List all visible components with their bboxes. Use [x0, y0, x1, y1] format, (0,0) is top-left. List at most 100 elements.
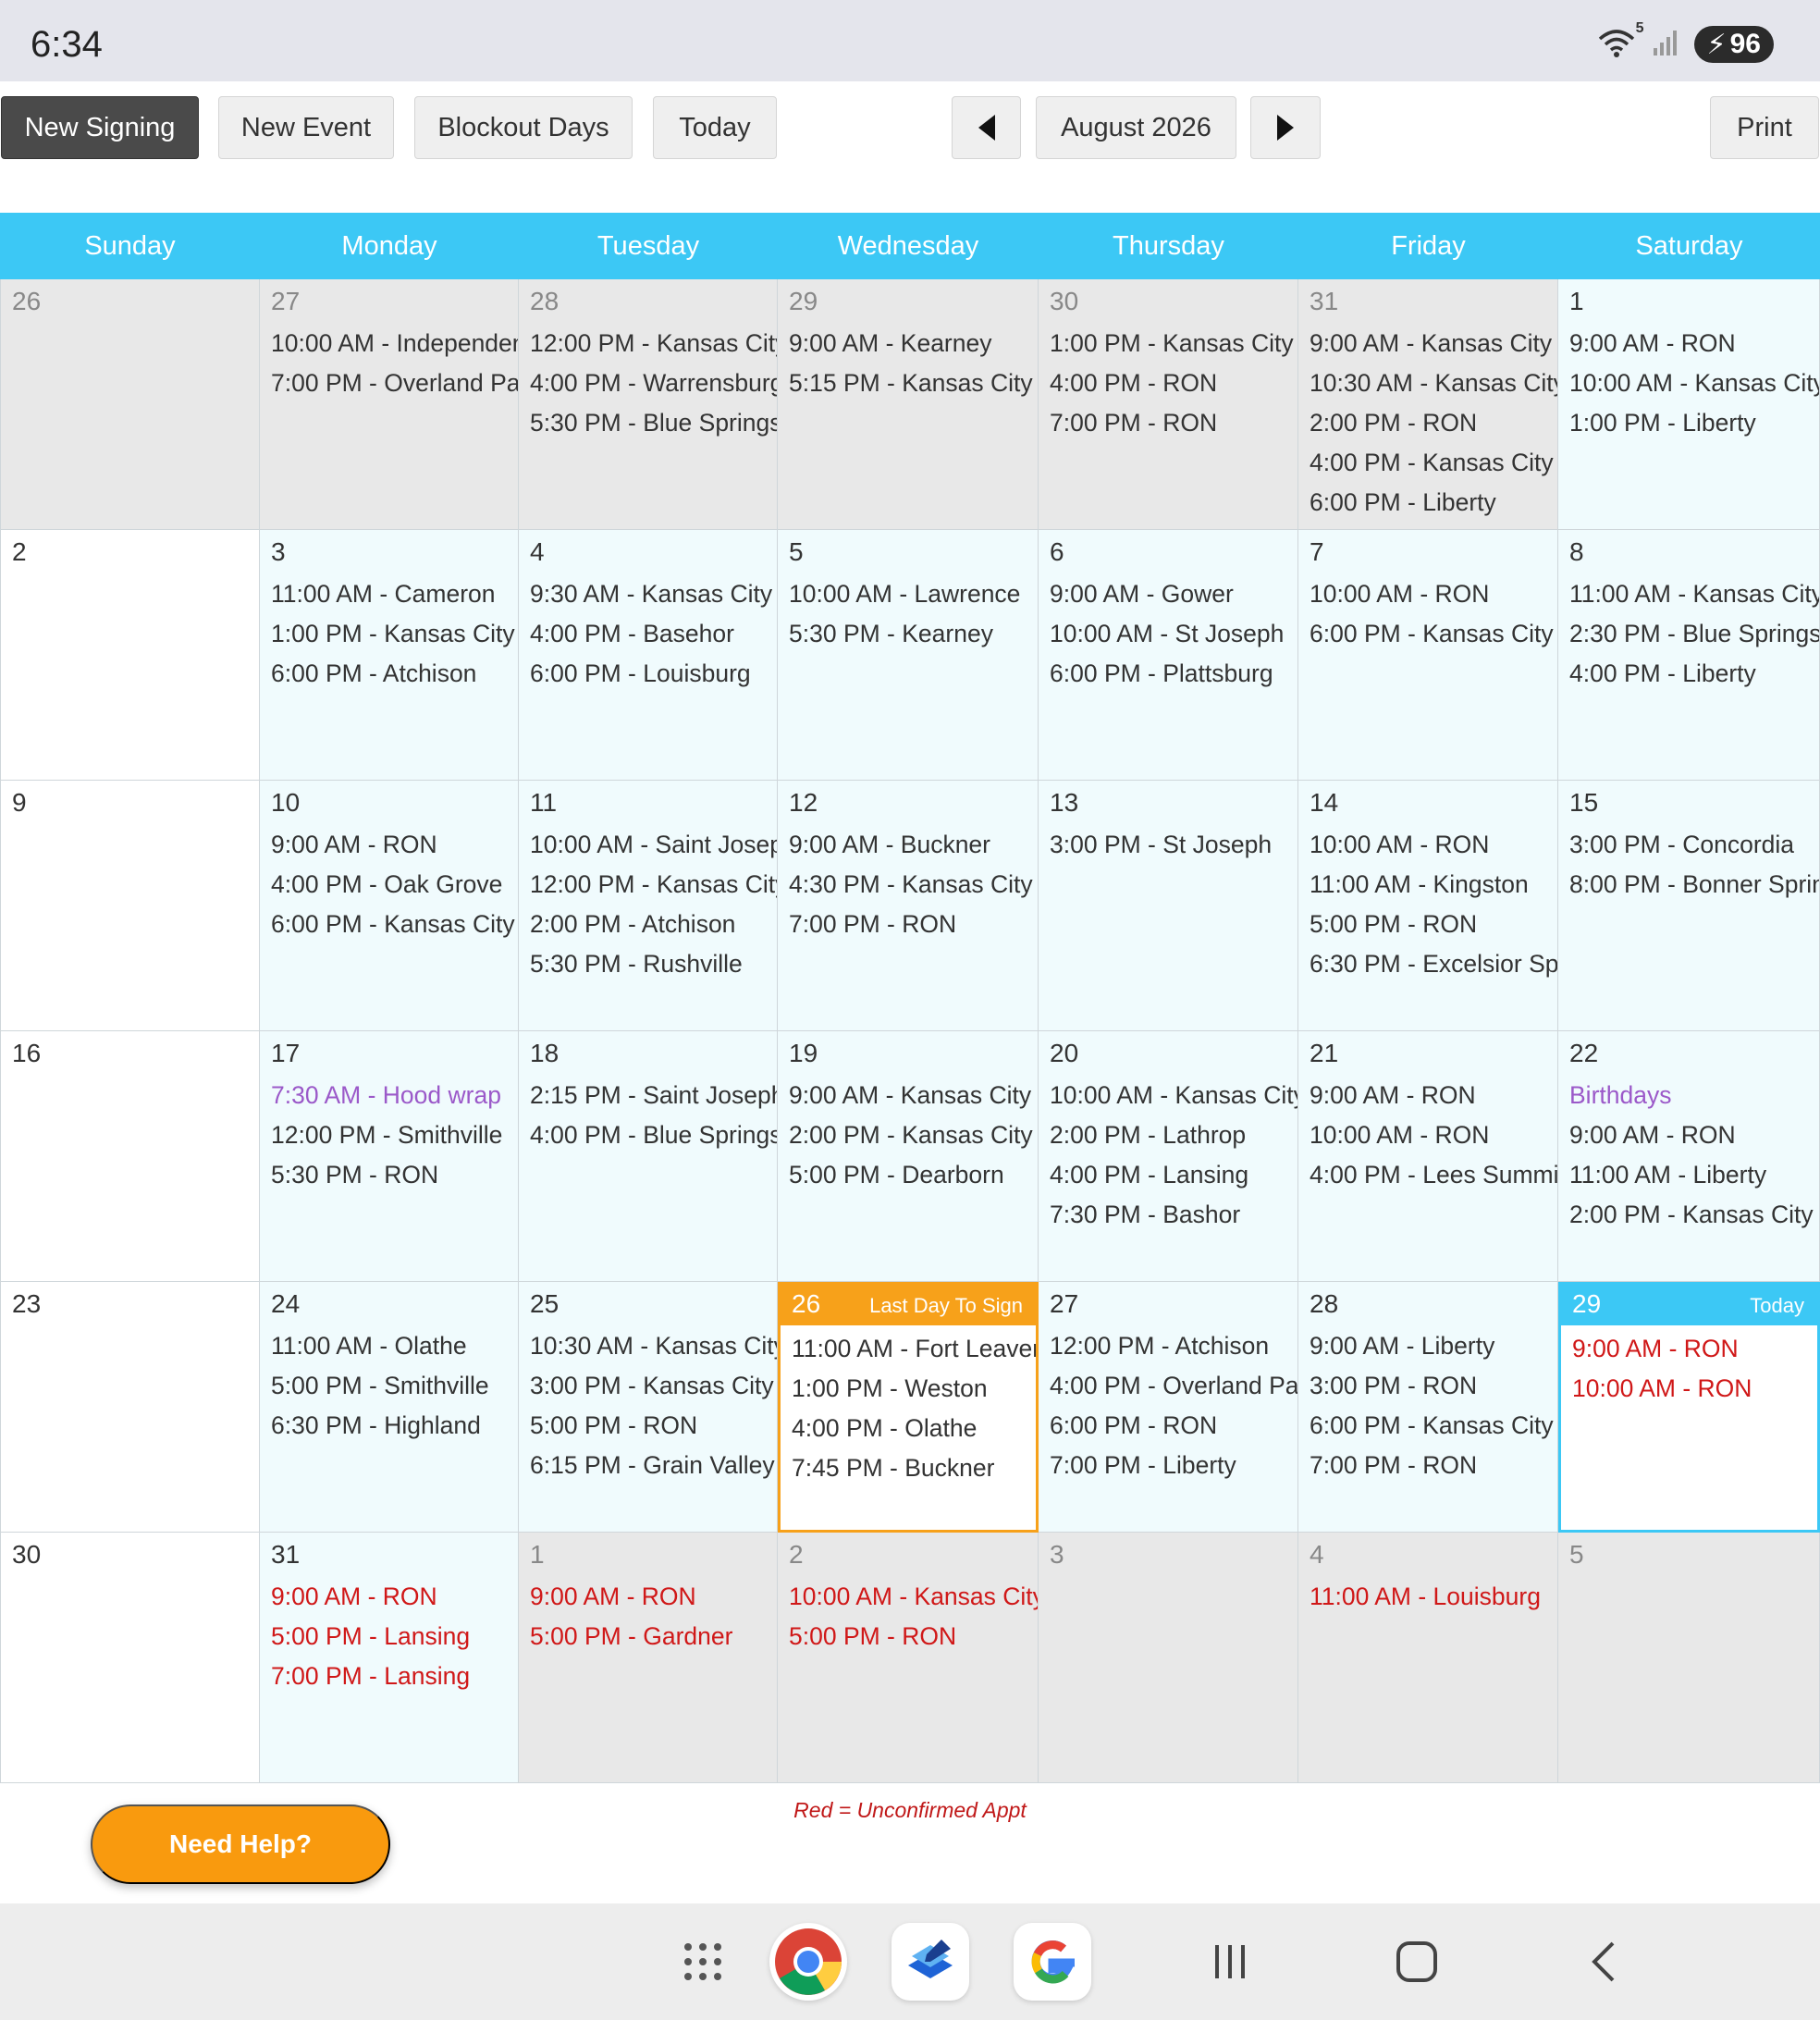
event-item[interactable]: 4:00 PM - Overland Park: [1050, 1366, 1297, 1406]
event-item[interactable]: 9:00 AM - Kearney: [789, 324, 1038, 363]
need-help-button[interactable]: Need Help?: [91, 1804, 390, 1884]
event-item[interactable]: 5:00 PM - RON: [789, 1617, 1038, 1657]
back-icon[interactable]: [1576, 1903, 1631, 2020]
event-item[interactable]: 4:00 PM - Warrensburg: [530, 363, 777, 403]
day-cell[interactable]: 18 2:15 PM - Saint Joseph 4:00 PM - Blue S…: [519, 1031, 778, 1282]
today-button[interactable]: Today: [653, 96, 777, 159]
day-cell[interactable]: 2 10:00 AM - Kansas City 5:00 PM - RON: [778, 1533, 1039, 1783]
event-item[interactable]: 6:30 PM - Excelsior Springs: [1310, 944, 1557, 984]
day-cell[interactable]: 28 12:00 PM - Kansas City 4:00 PM - Warren…: [519, 279, 778, 530]
event-item[interactable]: 7:45 PM - Buckner: [792, 1448, 1036, 1488]
day-cell[interactable]: 4 11:00 AM - Louisburg: [1298, 1533, 1558, 1783]
event-item[interactable]: 7:00 PM - Overland Park: [271, 363, 518, 403]
event-item[interactable]: 6:00 PM - Kansas City: [271, 905, 518, 944]
event-item[interactable]: 2:00 PM - RON: [1310, 403, 1557, 443]
event-item[interactable]: 8:00 PM - Bonner Springs: [1569, 865, 1819, 905]
home-icon[interactable]: [1389, 1903, 1445, 2020]
event-item[interactable]: 9:00 AM - Gower: [1050, 574, 1297, 614]
notes-app-icon[interactable]: [892, 1903, 969, 2020]
event-item[interactable]: 3:00 PM - St Joseph: [1050, 825, 1297, 865]
event-item[interactable]: 6:00 PM - Kansas City: [1310, 1406, 1557, 1446]
event-item[interactable]: 7:00 PM - Liberty: [1050, 1446, 1297, 1485]
day-cell[interactable]: 26: [0, 279, 260, 530]
google-icon[interactable]: [1014, 1903, 1091, 2020]
day-cell[interactable]: 3 11:00 AM - Cameron 1:00 PM - Kansas City…: [260, 530, 519, 781]
event-item[interactable]: 10:00 AM - Kansas City: [1569, 363, 1819, 403]
event-item[interactable]: 7:00 PM - RON: [1310, 1446, 1557, 1485]
event-item[interactable]: 11:00 AM - Louisburg: [1310, 1577, 1557, 1617]
event-item[interactable]: 10:00 AM - Independence: [271, 324, 518, 363]
chrome-icon[interactable]: [769, 1903, 847, 2020]
event-item[interactable]: 9:30 AM - Kansas City: [530, 574, 777, 614]
day-cell[interactable]: 29 Today 9:00 AM - RON 10:00 AM - RON: [1558, 1282, 1820, 1533]
event-item[interactable]: 9:00 AM - RON: [1569, 324, 1819, 363]
event-item[interactable]: 1:00 PM - Kansas City: [271, 614, 518, 654]
event-item[interactable]: 2:15 PM - Saint Joseph: [530, 1076, 777, 1115]
prev-month-button[interactable]: [952, 96, 1021, 159]
event-item[interactable]: 5:00 PM - Gardner: [530, 1617, 777, 1657]
event-item[interactable]: 2:00 PM - Lathrop: [1050, 1115, 1297, 1155]
event-item[interactable]: 3:00 PM - RON: [1310, 1366, 1557, 1406]
event-item[interactable]: 4:00 PM - RON: [1050, 363, 1297, 403]
day-cell[interactable]: 12 9:00 AM - Buckner 4:30 PM - Kansas City…: [778, 781, 1039, 1031]
day-cell[interactable]: 28 9:00 AM - Liberty 3:00 PM - RON 6:00 PM …: [1298, 1282, 1558, 1533]
event-item[interactable]: 12:00 PM - Atchison: [1050, 1326, 1297, 1366]
event-item[interactable]: 6:00 PM - Atchison: [271, 654, 518, 694]
event-item[interactable]: 5:15 PM - Kansas City: [789, 363, 1038, 403]
event-item[interactable]: 9:00 AM - RON: [1572, 1329, 1817, 1369]
event-item[interactable]: 6:00 PM - Kansas City: [1310, 614, 1557, 654]
event-item[interactable]: 9:00 AM - Kansas City: [789, 1076, 1038, 1115]
event-item[interactable]: 2:30 PM - Blue Springs: [1569, 614, 1819, 654]
event-item[interactable]: 7:00 PM - Lansing: [271, 1657, 518, 1696]
day-cell[interactable]: 31 9:00 AM - Kansas City 10:30 AM - Kansas…: [1298, 279, 1558, 530]
day-cell[interactable]: 27 10:00 AM - Independence7:00 PM - Overl…: [260, 279, 519, 530]
event-item[interactable]: 9:00 AM - RON: [1569, 1115, 1819, 1155]
event-item[interactable]: 5:00 PM - RON: [530, 1406, 777, 1446]
event-item[interactable]: 7:30 AM - Hood wrap: [271, 1076, 518, 1115]
day-cell[interactable]: 2: [0, 530, 260, 781]
event-item[interactable]: 2:00 PM - Kansas City: [1569, 1195, 1819, 1235]
day-cell[interactable]: 6 9:00 AM - Gower 10:00 AM - St Joseph 6:00…: [1039, 530, 1298, 781]
event-item[interactable]: 5:00 PM - RON: [1310, 905, 1557, 944]
event-item[interactable]: 10:00 AM - RON: [1572, 1369, 1817, 1409]
event-item[interactable]: 6:30 PM - Highland: [271, 1406, 518, 1446]
event-item[interactable]: 6:15 PM - Grain Valley: [530, 1446, 777, 1485]
event-item[interactable]: 4:00 PM - Olathe: [792, 1409, 1036, 1448]
apps-grid-icon[interactable]: [673, 1903, 732, 2020]
event-item[interactable]: 11:00 AM - Kingston: [1310, 865, 1557, 905]
day-cell[interactable]: 4 9:30 AM - Kansas City 4:00 PM - Basehor 6…: [519, 530, 778, 781]
event-item[interactable]: 10:00 AM - RON: [1310, 574, 1557, 614]
event-item[interactable]: 7:00 PM - RON: [1050, 403, 1297, 443]
event-item[interactable]: 10:00 AM - RON: [1310, 825, 1557, 865]
event-item[interactable]: 11:00 AM - Fort Leavenworth: [792, 1329, 1036, 1369]
event-item[interactable]: 9:00 AM - Liberty: [1310, 1326, 1557, 1366]
event-item[interactable]: 4:00 PM - Oak Grove: [271, 865, 518, 905]
event-item[interactable]: 10:00 AM - St Joseph: [1050, 614, 1297, 654]
day-cell[interactable]: 26 Last Day To Sign 11:00 AM - Fort Leaven…: [778, 1282, 1039, 1533]
day-cell[interactable]: 19 9:00 AM - Kansas City 2:00 PM - Kansas …: [778, 1031, 1039, 1282]
event-item[interactable]: 12:00 PM - Kansas City: [530, 324, 777, 363]
month-label-button[interactable]: August 2026: [1036, 96, 1236, 159]
day-cell[interactable]: 29 9:00 AM - Kearney 5:15 PM - Kansas City: [778, 279, 1039, 530]
day-cell[interactable]: 8 11:00 AM - Kansas City 2:30 PM - Blue Sp…: [1558, 530, 1820, 781]
event-item[interactable]: 11:00 AM - Cameron: [271, 574, 518, 614]
day-cell[interactable]: 16: [0, 1031, 260, 1282]
event-item[interactable]: 10:30 AM - Kansas City: [1310, 363, 1557, 403]
event-item[interactable]: 5:00 PM - Lansing: [271, 1617, 518, 1657]
day-cell[interactable]: 31 9:00 AM - RON 5:00 PM - Lansing 7:00 PM …: [260, 1533, 519, 1783]
event-item[interactable]: 4:00 PM - Lees Summit: [1310, 1155, 1557, 1195]
event-item[interactable]: 9:00 AM - Buckner: [789, 825, 1038, 865]
event-item[interactable]: 4:00 PM - Liberty: [1569, 654, 1819, 694]
day-cell[interactable]: 17 7:30 AM - Hood wrap 12:00 PM - Smithvil…: [260, 1031, 519, 1282]
event-item[interactable]: 3:00 PM - Concordia: [1569, 825, 1819, 865]
event-item[interactable]: 5:00 PM - Dearborn: [789, 1155, 1038, 1195]
event-item[interactable]: 1:00 PM - Liberty: [1569, 403, 1819, 443]
day-cell[interactable]: 9: [0, 781, 260, 1031]
next-month-button[interactable]: [1250, 96, 1321, 159]
day-cell[interactable]: 10 9:00 AM - RON 4:00 PM - Oak Grove 6:00 P…: [260, 781, 519, 1031]
event-item[interactable]: 4:00 PM - Basehor: [530, 614, 777, 654]
event-item[interactable]: 12:00 PM - Smithville: [271, 1115, 518, 1155]
event-item[interactable]: 9:00 AM - RON: [271, 1577, 518, 1617]
event-item[interactable]: 5:30 PM - Rushville: [530, 944, 777, 984]
event-item[interactable]: 6:00 PM - Plattsburg: [1050, 654, 1297, 694]
